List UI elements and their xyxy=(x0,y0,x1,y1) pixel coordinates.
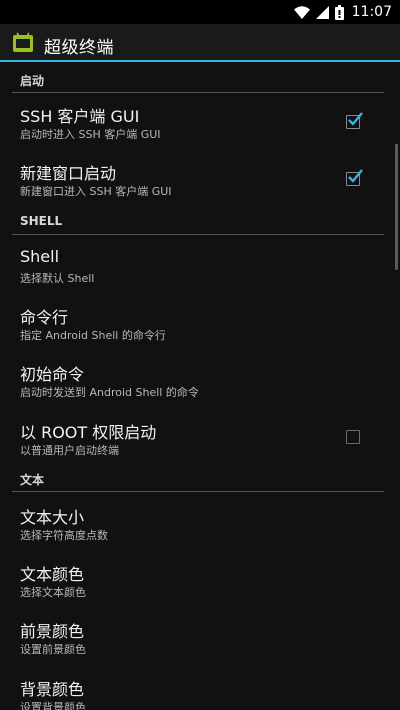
pref-summary: 选择默认 Shell xyxy=(20,272,95,285)
pref-summary: 选择文本颜色 xyxy=(20,586,86,599)
pref-ssh-gui[interactable]: SSH 客户端 GUI 启动时进入 SSH 客户端 GUI xyxy=(0,103,392,151)
new-window-checkbox[interactable] xyxy=(346,169,363,186)
pref-summary: 指定 Android Shell 的命令行 xyxy=(20,329,166,342)
section-header-label: 启动 xyxy=(20,74,45,88)
pref-initial-command[interactable]: 初始命令 启动时发送到 Android Shell 的命令 xyxy=(0,361,392,409)
checkmark-icon xyxy=(348,169,363,183)
pref-title: 背景颜色 xyxy=(20,680,85,699)
ssh-gui-checkbox[interactable] xyxy=(346,112,363,129)
pref-summary: 以普通用户启动终端 xyxy=(20,444,119,457)
action-bar: 超级终端 xyxy=(0,24,400,62)
pref-title: 新建窗口启动 xyxy=(20,164,117,183)
checkmark-icon xyxy=(348,112,363,126)
pref-root-launch[interactable]: 以 ROOT 权限启动 以普通用户启动终端 xyxy=(0,419,392,467)
app-title: 超级终端 xyxy=(44,38,114,58)
pref-summary: 新建窗口进入 SSH 客户端 GUI xyxy=(20,185,172,198)
pref-title: SSH 客户端 GUI xyxy=(20,107,140,126)
pref-text-size[interactable]: 文本大小 选择字符高度点数 xyxy=(0,504,392,552)
section-header-label: 文本 xyxy=(20,473,45,487)
android-app-icon[interactable] xyxy=(12,32,34,54)
root-launch-checkbox[interactable] xyxy=(346,430,360,444)
pref-summary: 启动时发送到 Android Shell 的命令 xyxy=(20,386,199,399)
pref-summary: 设置背景颜色 xyxy=(20,701,86,710)
signal-icon xyxy=(315,5,329,19)
pref-new-window-launch[interactable]: 新建窗口启动 新建窗口进入 SSH 客户端 GUI xyxy=(0,160,392,208)
preferences-list[interactable]: 启动 SSH 客户端 GUI 启动时进入 SSH 客户端 GUI 新建窗口启动 … xyxy=(0,62,400,710)
battery-icon xyxy=(334,4,344,20)
section-header-text: 文本 xyxy=(12,465,384,492)
pref-summary: 启动时进入 SSH 客户端 GUI xyxy=(20,128,161,141)
pref-title: 前景颜色 xyxy=(20,622,85,641)
wifi-icon xyxy=(293,5,310,19)
pref-command-line[interactable]: 命令行 指定 Android Shell 的命令行 xyxy=(0,304,392,352)
pref-summary: 选择字符高度点数 xyxy=(20,529,108,542)
pref-title: 初始命令 xyxy=(20,365,85,384)
scrollbar-thumb[interactable] xyxy=(395,144,398,270)
pref-background-color[interactable]: 背景颜色 设置背景颜色 xyxy=(0,676,392,710)
pref-title: 命令行 xyxy=(20,308,69,327)
pref-foreground-color[interactable]: 前景颜色 设置前景颜色 xyxy=(0,618,392,666)
pref-text-color[interactable]: 文本颜色 选择文本颜色 xyxy=(0,561,392,609)
status-icons: 11:07 xyxy=(293,3,392,21)
status-time: 11:07 xyxy=(351,4,392,20)
pref-summary: 设置前景颜色 xyxy=(20,643,86,656)
section-header-label: SHELL xyxy=(20,214,63,228)
pref-title: 文本颜色 xyxy=(20,565,85,584)
status-bar: 11:07 xyxy=(0,0,400,24)
section-header-startup: 启动 xyxy=(12,66,384,93)
pref-shell[interactable]: Shell 选择默认 Shell xyxy=(0,247,392,295)
pref-title: 以 ROOT 权限启动 xyxy=(20,423,157,442)
pref-title: 文本大小 xyxy=(20,508,85,527)
pref-title: Shell xyxy=(20,247,60,266)
section-header-shell: SHELL xyxy=(12,208,384,235)
